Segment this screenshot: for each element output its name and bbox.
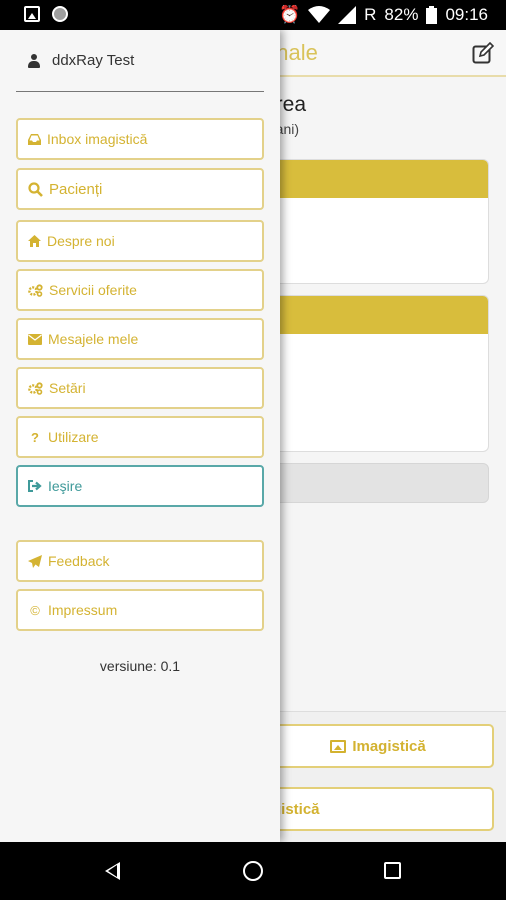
image-icon (24, 6, 40, 22)
menu-item-impressum[interactable]: © Impressum (16, 589, 264, 631)
version-text: versiune: 0.1 (99, 658, 181, 674)
menu-item-label: Servicii oferite (49, 282, 137, 298)
menu-item-about[interactable]: Despre noi (16, 220, 264, 262)
circle-icon (52, 6, 68, 22)
signal-icon (338, 6, 357, 24)
question-icon: ? (31, 429, 39, 445)
menu-item-label: Setări (49, 380, 86, 396)
imaging-button-label: Imagistică (352, 737, 426, 755)
menu-item-patients[interactable]: Pacienți (16, 168, 264, 210)
inbox-icon (28, 133, 41, 145)
imaging-button[interactable]: Imagistică (262, 724, 494, 768)
image-icon (330, 739, 347, 753)
menu-item-label: Mesajele mele (48, 331, 139, 347)
menu-item-inbox[interactable]: Inbox imagistică (16, 118, 264, 160)
battery-icon (426, 6, 438, 24)
edit-icon[interactable] (472, 42, 494, 64)
drawer-user: ddxRay Test (16, 30, 264, 92)
user-icon (28, 53, 40, 68)
sign-out-icon (28, 480, 42, 492)
search-icon (28, 181, 43, 197)
carrier-indicator: R (364, 5, 377, 24)
system-nav-bar (0, 842, 506, 900)
user-name: ddxRay Test (52, 52, 135, 69)
paper-plane-icon (28, 554, 42, 568)
back-icon[interactable] (105, 862, 120, 880)
alarm-icon: ⏰ (278, 5, 301, 24)
envelope-icon (28, 333, 42, 345)
navigation-drawer: ddxRay Test Inbox imagistică Pacienți De… (0, 30, 280, 842)
menu-item-label: Impressum (48, 602, 118, 618)
menu-item-feedback[interactable]: Feedback (16, 540, 264, 582)
menu-item-messages[interactable]: Mesajele mele (16, 318, 264, 360)
menu-item-usage[interactable]: ? Utilizare (16, 416, 264, 458)
recents-icon[interactable] (384, 862, 401, 879)
status-bar: ⏰ R 82% 09:16 (0, 0, 506, 30)
clock: 09:16 (445, 5, 488, 24)
menu-item-label: Ieşire (48, 478, 83, 494)
menu-item-label: Inbox imagistică (47, 131, 148, 147)
gears-icon (28, 283, 43, 297)
menu-item-logout[interactable]: Ieşire (16, 465, 264, 507)
wifi-icon (308, 6, 331, 23)
menu-item-label: Pacienți (49, 180, 103, 198)
copyright-icon: © (30, 602, 40, 618)
menu-item-label: Utilizare (48, 429, 99, 445)
battery-percent: 82% (384, 5, 419, 24)
menu-item-label: Feedback (48, 553, 110, 569)
gears-icon (28, 381, 43, 395)
home-icon (28, 235, 41, 247)
menu-item-services[interactable]: Servicii oferite (16, 269, 264, 311)
home-circle-icon[interactable] (243, 861, 263, 881)
menu-item-settings[interactable]: Setări (16, 367, 264, 409)
menu-item-label: Despre noi (47, 233, 115, 249)
